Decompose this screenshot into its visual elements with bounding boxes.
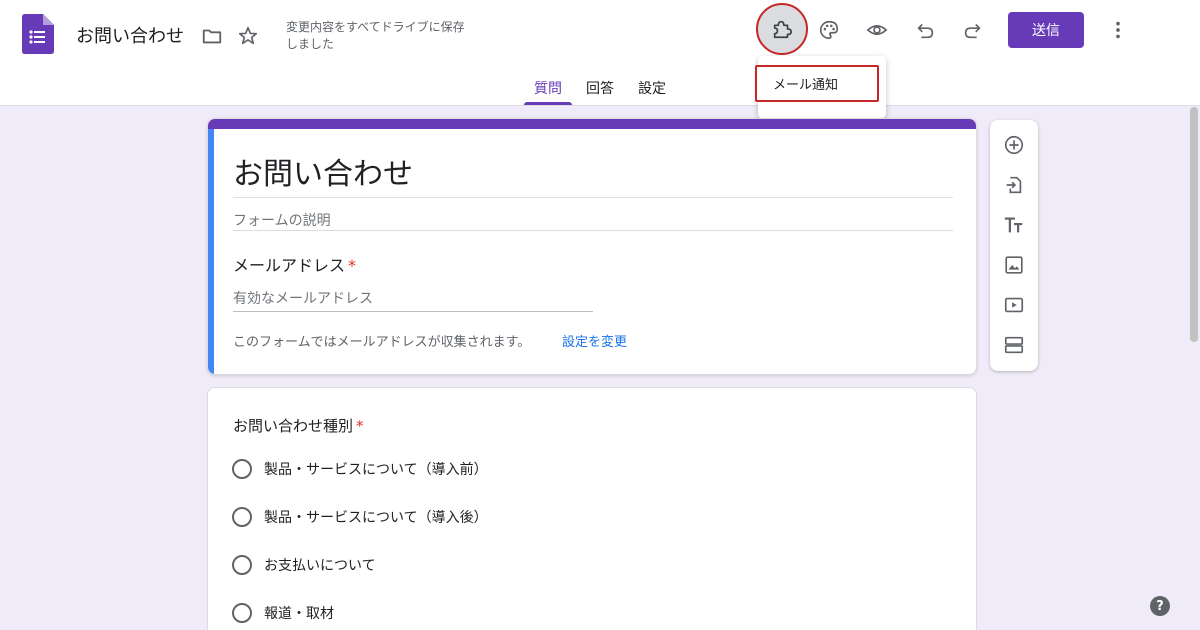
undo-icon[interactable] bbox=[912, 17, 938, 43]
help-icon[interactable]: ? bbox=[1150, 596, 1170, 616]
form-description-input[interactable]: フォームの説明 bbox=[233, 210, 331, 230]
radio-option[interactable]: 製品・サービスについて（導入前） bbox=[232, 458, 488, 480]
email-collection-note: このフォームではメールアドレスが収集されます。 bbox=[233, 335, 531, 350]
required-mark: * bbox=[348, 256, 357, 275]
title-underline bbox=[233, 197, 953, 198]
tab-settings[interactable]: 設定 bbox=[634, 78, 670, 98]
add-question-icon[interactable] bbox=[1002, 133, 1026, 157]
email-field-underline bbox=[233, 311, 593, 312]
option-label: 製品・サービスについて（導入後） bbox=[264, 510, 488, 526]
radio-circle[interactable] bbox=[232, 555, 252, 575]
email-question-label: メールアドレス * bbox=[233, 256, 357, 275]
radio-option[interactable]: お支払いについて bbox=[232, 554, 376, 576]
vertical-scrollbar[interactable] bbox=[1190, 107, 1198, 342]
email-field: 有効なメールアドレス bbox=[233, 291, 373, 307]
addons-button[interactable] bbox=[756, 3, 808, 55]
tab-responses[interactable]: 回答 bbox=[582, 78, 618, 98]
save-status: 変更内容をすべてドライブに保存しました bbox=[286, 20, 465, 51]
add-section-icon[interactable] bbox=[1002, 333, 1026, 357]
title-card-accent-bar bbox=[208, 119, 976, 129]
import-questions-icon[interactable] bbox=[1002, 173, 1026, 197]
side-toolbar bbox=[990, 120, 1038, 371]
option-label: 製品・サービスについて（導入前） bbox=[264, 462, 488, 478]
option-label: お支払いについて bbox=[264, 558, 376, 574]
description-underline bbox=[233, 230, 953, 231]
more-vert-icon[interactable] bbox=[1105, 17, 1131, 43]
tab-questions[interactable]: 質問 bbox=[524, 78, 572, 98]
radio-circle[interactable] bbox=[232, 603, 252, 623]
puzzle-piece-icon bbox=[773, 20, 792, 39]
app-header: お問い合わせ 変更内容をすべてドライブに保存しました 送信 質問 回答 設定 bbox=[0, 0, 1200, 106]
folder-icon[interactable] bbox=[199, 23, 225, 49]
form-title-input[interactable]: お問い合わせ bbox=[233, 149, 413, 193]
add-image-icon[interactable] bbox=[1002, 253, 1026, 277]
form-title-card: お問い合わせ フォームの説明 メールアドレス * 有効なメールアドレス このフォー… bbox=[207, 118, 977, 375]
question-title: お問い合わせ種別 * bbox=[233, 417, 364, 435]
radio-circle[interactable] bbox=[232, 459, 252, 479]
form-tabs: 質問 回答 設定 bbox=[0, 66, 1200, 106]
redo-icon[interactable] bbox=[960, 17, 986, 43]
radio-circle[interactable] bbox=[232, 507, 252, 527]
document-title[interactable]: お問い合わせ bbox=[76, 22, 184, 48]
palette-icon[interactable] bbox=[816, 17, 842, 43]
radio-option[interactable]: 報道・取材 bbox=[232, 602, 334, 624]
active-tab-indicator bbox=[524, 102, 572, 105]
star-icon[interactable] bbox=[235, 23, 261, 49]
eye-icon[interactable] bbox=[864, 17, 890, 43]
required-mark: * bbox=[356, 417, 364, 435]
google-forms-icon[interactable] bbox=[22, 14, 54, 54]
option-label: 報道・取材 bbox=[264, 606, 334, 622]
question-card[interactable]: お問い合わせ種別 * 製品・サービスについて（導入前） 製品・サービスについて（導… bbox=[207, 387, 977, 630]
add-title-icon[interactable] bbox=[1002, 213, 1026, 237]
addons-menu: メール通知 bbox=[755, 56, 886, 118]
menu-item-email-notification[interactable]: メール通知 bbox=[755, 65, 879, 102]
send-button[interactable]: 送信 bbox=[1008, 12, 1084, 48]
add-video-icon[interactable] bbox=[1002, 293, 1026, 317]
change-settings-link[interactable]: 設定を変更 bbox=[562, 331, 627, 350]
active-card-indicator bbox=[208, 129, 214, 374]
radio-option[interactable]: 製品・サービスについて（導入後） bbox=[232, 506, 488, 528]
